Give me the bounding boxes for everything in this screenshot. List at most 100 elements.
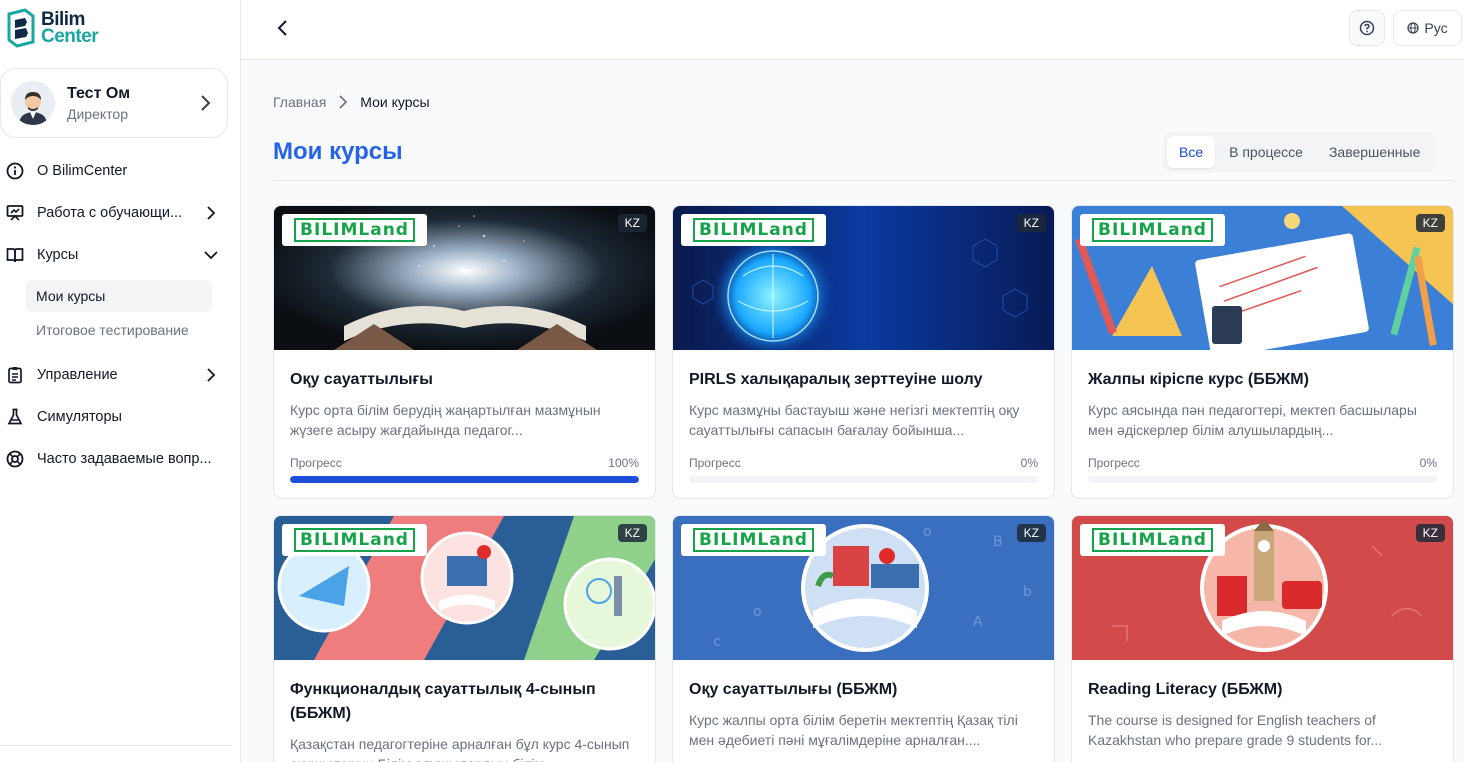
bilimland-logo: BILIMLand bbox=[681, 524, 826, 556]
course-description: Қазақстан педагогтеріне арналған бұл кур… bbox=[290, 736, 630, 762]
topbar: Рус bbox=[241, 0, 1464, 60]
course-title: Жалпы кіріспе курс (ББЖМ) bbox=[1088, 371, 1309, 388]
course-cover: BILIMLand KZ bbox=[1072, 206, 1453, 350]
info-icon bbox=[6, 162, 24, 180]
course-description: Курс орта білім берудің жаңартылған мазм… bbox=[290, 402, 601, 438]
course-cover: BILIMLand KZ bbox=[673, 206, 1054, 350]
main-content: Главная Мои курсы Мои курсы Все В процес… bbox=[241, 60, 1464, 762]
progress-value: 0% bbox=[1419, 456, 1437, 470]
svg-text:o: o bbox=[923, 524, 932, 540]
sidebar-item-label: Симуляторы bbox=[37, 409, 122, 425]
sidebar-subitem-my-courses[interactable]: Мои курсы bbox=[26, 280, 212, 312]
course-cover: BILIMLand KZ bbox=[274, 206, 655, 350]
svg-text:o: o bbox=[753, 604, 762, 620]
course-title: Функционалдық сауаттылық 4-сынып (ББЖМ) bbox=[290, 681, 596, 722]
sidebar-item-label: Часто задаваемые вопр... bbox=[37, 451, 212, 467]
book-open-icon bbox=[6, 246, 24, 264]
language-badge: KZ bbox=[1016, 524, 1046, 542]
profile-role: Директор bbox=[67, 105, 128, 122]
language-label: Рус bbox=[1424, 20, 1448, 36]
breadcrumb-current: Мои курсы bbox=[360, 94, 430, 110]
chevron-right-icon bbox=[201, 95, 211, 111]
chevron-left-icon bbox=[277, 20, 287, 36]
logo-icon bbox=[7, 8, 35, 48]
tab-completed[interactable]: Завершенные bbox=[1317, 136, 1432, 168]
bilimcenter-logo[interactable]: Bilim Center bbox=[5, 8, 99, 48]
sidebar-item-label: Курсы bbox=[37, 247, 79, 263]
course-card[interactable]: BILIMLand KZ Оқу сауаттылығы Курс орта б… bbox=[273, 205, 656, 499]
course-cover: BILIMLand KZ bbox=[1072, 516, 1453, 660]
presentation-icon bbox=[6, 204, 24, 222]
question-circle-icon bbox=[1359, 20, 1375, 36]
svg-text:A: A bbox=[973, 614, 983, 630]
language-badge: KZ bbox=[1415, 524, 1445, 542]
sidebar-item-students[interactable]: Работа с обучающи... bbox=[0, 192, 240, 234]
lifebuoy-icon bbox=[6, 450, 24, 468]
course-card[interactable]: BILIMLand KZ PIRLS халықаралық зерттеуін… bbox=[672, 205, 1055, 499]
progress-label: Прогресс bbox=[1088, 456, 1140, 470]
course-card[interactable]: BILIMLand KZ Reading Literacy (ББЖМ) The… bbox=[1071, 515, 1454, 762]
bilimland-logo: BILIMLand bbox=[681, 214, 826, 246]
tab-in-progress[interactable]: В процессе bbox=[1217, 136, 1315, 168]
sidebar-item-label: Управление bbox=[37, 367, 118, 383]
progress-bar bbox=[1088, 476, 1437, 483]
clipboard-list-icon bbox=[6, 366, 24, 384]
course-cover: AoBAcboa BILIMLand KZ bbox=[673, 516, 1054, 660]
language-badge: KZ bbox=[1016, 214, 1046, 232]
profile-card[interactable]: Тест Ом Директор bbox=[0, 68, 228, 138]
breadcrumb: Главная Мои курсы bbox=[273, 94, 430, 110]
title-divider bbox=[273, 180, 1454, 181]
sidebar: Bilim Center Тест Ом Директор О BilimCen… bbox=[0, 0, 241, 762]
course-description: The course is designed for English teach… bbox=[1088, 712, 1383, 748]
progress-label: Прогресс bbox=[290, 456, 342, 470]
breadcrumb-home[interactable]: Главная bbox=[273, 94, 326, 110]
language-selector[interactable]: Рус bbox=[1393, 10, 1462, 46]
progress-fill bbox=[290, 476, 639, 483]
bilimland-logo: BILIMLand bbox=[282, 214, 427, 246]
avatar-icon bbox=[11, 81, 55, 125]
chevron-right-icon bbox=[207, 368, 216, 382]
chevron-right-icon bbox=[338, 95, 348, 109]
bilimland-logo: BILIMLand bbox=[1080, 524, 1225, 556]
course-description: Курс мазмұны бастауыш және негізгі мекте… bbox=[689, 402, 1020, 438]
course-title: Оқу сауаттылығы (ББЖМ) bbox=[689, 681, 898, 698]
svg-text:b: b bbox=[1023, 584, 1032, 600]
sidebar-divider bbox=[0, 745, 232, 746]
back-button[interactable] bbox=[271, 16, 295, 40]
course-title: Оқу сауаттылығы bbox=[290, 371, 433, 388]
course-card[interactable]: BILIMLand KZ Жалпы кіріспе курс (ББЖМ) К… bbox=[1071, 205, 1454, 499]
progress-bar bbox=[290, 476, 639, 483]
course-description: Курс жалпы орта білім беретін мектептің … bbox=[689, 712, 1018, 748]
logo-text-center: Center bbox=[41, 26, 99, 47]
bilimland-logo: BILIMLand bbox=[282, 524, 427, 556]
avatar bbox=[11, 81, 55, 125]
progress-value: 0% bbox=[1020, 456, 1038, 470]
profile-name: Тест Ом bbox=[67, 84, 131, 102]
flask-icon bbox=[6, 408, 24, 426]
globe-icon bbox=[1407, 22, 1420, 34]
courses-subnav: Мои курсы Итоговое тестирование bbox=[0, 280, 240, 346]
svg-text:c: c bbox=[713, 634, 721, 650]
page-title: Мои курсы bbox=[273, 138, 403, 165]
course-filter-tabs: Все В процессе Завершенные bbox=[1163, 132, 1437, 172]
course-card[interactable]: BILIMLand KZ Функционалдық сауаттылық 4-… bbox=[273, 515, 656, 762]
sidebar-item-label: Работа с обучающи... bbox=[37, 205, 183, 221]
course-title: PIRLS халықаралық зерттеуіне шолу bbox=[689, 371, 983, 388]
sidebar-item-management[interactable]: Управление bbox=[0, 354, 240, 396]
course-title: Reading Literacy (ББЖМ) bbox=[1088, 681, 1283, 698]
course-card[interactable]: AoBAcboa BILIMLand KZ Оқу сауаттылығы (Б… bbox=[672, 515, 1055, 762]
sidebar-item-about[interactable]: О BilimCenter bbox=[0, 150, 240, 192]
progress-label: Прогресс bbox=[689, 456, 741, 470]
sidebar-item-courses[interactable]: Курсы bbox=[0, 234, 240, 276]
sidebar-item-label: О BilimCenter bbox=[37, 163, 128, 179]
bilimland-logo: BILIMLand bbox=[1080, 214, 1225, 246]
course-description: Курс аясында пән педагогтері, мектеп бас… bbox=[1088, 402, 1417, 438]
sidebar-item-simulators[interactable]: Симуляторы bbox=[0, 396, 240, 438]
chevron-right-icon bbox=[207, 206, 216, 220]
tab-all[interactable]: Все bbox=[1167, 136, 1216, 168]
help-button[interactable] bbox=[1349, 10, 1385, 46]
sidebar-subitem-final-testing[interactable]: Итоговое тестирование bbox=[26, 314, 212, 346]
sidebar-item-faq[interactable]: Часто задаваемые вопр... bbox=[0, 438, 240, 480]
language-badge: KZ bbox=[617, 524, 647, 542]
course-cover: BILIMLand KZ bbox=[274, 516, 655, 660]
